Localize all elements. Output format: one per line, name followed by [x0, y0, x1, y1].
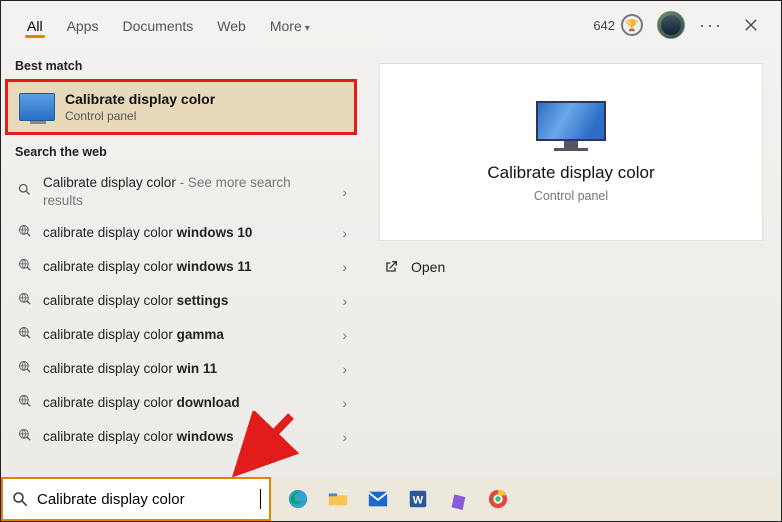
monitor-icon [536, 101, 606, 151]
web-result-text: calibrate display color windows 11 [43, 258, 347, 276]
taskbar-notes-icon[interactable] [445, 486, 471, 512]
tab-all[interactable]: All [17, 6, 53, 44]
web-results-list: Calibrate display color - See more searc… [1, 165, 361, 456]
bottom-bar: W [1, 477, 781, 521]
results-panel: Best match Calibrate display color Contr… [1, 49, 361, 477]
chevron-right-icon: › [342, 395, 347, 411]
user-avatar[interactable] [657, 11, 685, 39]
web-result-text: calibrate display color win 11 [43, 360, 347, 378]
best-match-subtitle: Control panel [65, 109, 215, 123]
chevron-right-icon: › [342, 293, 347, 309]
web-result-item[interactable]: calibrate display color download› [1, 386, 361, 420]
taskbar: W [271, 477, 781, 521]
open-icon [383, 259, 399, 275]
web-result-item[interactable]: calibrate display color windows 11› [1, 250, 361, 284]
search-box[interactable] [1, 477, 271, 521]
taskbar-mail-icon[interactable] [365, 486, 391, 512]
web-search-icon [15, 325, 33, 345]
chevron-right-icon: › [342, 327, 347, 343]
web-result-text: calibrate display color settings [43, 292, 347, 310]
start-search-window: All Apps Documents Web More▾ 642 🏆 ··· B… [1, 1, 781, 521]
web-search-icon [15, 359, 33, 379]
chevron-right-icon: › [342, 225, 347, 241]
web-search-icon [15, 393, 33, 413]
web-result-item[interactable]: calibrate display color gamma› [1, 318, 361, 352]
taskbar-word-icon[interactable]: W [405, 486, 431, 512]
open-action[interactable]: Open [379, 241, 763, 293]
detail-title: Calibrate display color [487, 163, 654, 183]
detail-card: Calibrate display color Control panel [379, 63, 763, 241]
best-match-result[interactable]: Calibrate display color Control panel [7, 81, 355, 133]
rewards-points[interactable]: 642 🏆 [593, 14, 643, 36]
web-result-item[interactable]: calibrate display color windows 10› [1, 216, 361, 250]
web-search-icon [15, 291, 33, 311]
web-result-text: calibrate display color download [43, 394, 347, 412]
chevron-right-icon: › [342, 361, 347, 377]
display-color-icon [19, 93, 55, 121]
overflow-menu-button[interactable]: ··· [699, 15, 723, 36]
search-web-label: Search the web [1, 139, 361, 165]
header-bar: All Apps Documents Web More▾ 642 🏆 ··· [1, 1, 781, 49]
open-label: Open [411, 259, 445, 275]
taskbar-file-explorer-icon[interactable] [325, 486, 351, 512]
tab-documents[interactable]: Documents [112, 6, 203, 44]
close-icon [744, 18, 758, 32]
chevron-right-icon: › [342, 429, 347, 445]
web-search-icon [15, 257, 33, 277]
tab-apps[interactable]: Apps [57, 6, 109, 44]
svg-text:W: W [413, 495, 424, 507]
tab-more[interactable]: More▾ [260, 6, 320, 44]
web-result-item[interactable]: calibrate display color settings› [1, 284, 361, 318]
detail-panel: Calibrate display color Control panel Op… [361, 49, 781, 477]
web-result-text: calibrate display color windows 10 [43, 224, 347, 242]
points-count: 642 [593, 18, 615, 33]
trophy-icon: 🏆 [621, 14, 643, 36]
close-button[interactable] [737, 11, 765, 39]
filter-tabs: All Apps Documents Web More▾ [11, 1, 320, 49]
best-match-label: Best match [1, 53, 361, 79]
web-result-text: Calibrate display color - See more searc… [43, 174, 347, 209]
detail-subtitle: Control panel [534, 189, 608, 203]
web-result-text: calibrate display color windows [43, 428, 347, 446]
search-input[interactable] [37, 491, 252, 508]
web-search-icon [15, 427, 33, 447]
header-right: 642 🏆 ··· [593, 11, 771, 39]
chevron-right-icon: › [342, 259, 347, 275]
content-body: Best match Calibrate display color Contr… [1, 49, 781, 477]
web-result-item[interactable]: Calibrate display color - See more searc… [1, 167, 361, 216]
web-result-text: calibrate display color gamma [43, 326, 347, 344]
web-search-icon [15, 223, 33, 243]
best-match-title: Calibrate display color [65, 91, 215, 107]
taskbar-chrome-icon[interactable] [485, 486, 511, 512]
best-match-text: Calibrate display color Control panel [65, 91, 215, 123]
tab-web[interactable]: Web [207, 6, 256, 44]
web-result-item[interactable]: calibrate display color win 11› [1, 352, 361, 386]
chevron-right-icon: › [342, 184, 347, 200]
text-caret [260, 489, 261, 509]
taskbar-edge-icon[interactable] [285, 486, 311, 512]
web-result-item[interactable]: calibrate display color windows› [1, 420, 361, 454]
search-icon [11, 490, 29, 508]
search-icon [15, 182, 33, 202]
chevron-down-icon: ▾ [305, 23, 310, 34]
